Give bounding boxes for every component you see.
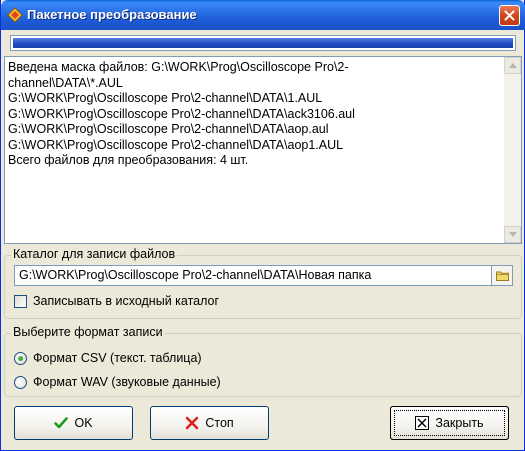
progress-fill <box>13 38 513 48</box>
log-scrollbar[interactable] <box>504 57 521 243</box>
log-line: G:\WORK\Prog\Oscilloscope Pro\2-channel\… <box>8 106 355 121</box>
window-title: Пакетное преобразование <box>27 7 197 22</box>
focus-rectangle <box>394 410 505 436</box>
format-group: Выберите формат записи Формат CSV (текст… <box>4 325 522 397</box>
title-bar[interactable]: Пакетное преобразование <box>1 0 525 30</box>
write-to-source-checkbox[interactable] <box>14 294 27 308</box>
output-folder-group: Каталог для записи файлов G:\WORK\Prog\O… <box>4 247 522 319</box>
format-csv-radio[interactable] <box>14 351 27 365</box>
close-button[interactable]: Закрыть <box>390 406 509 440</box>
format-wav-radio[interactable] <box>14 375 27 389</box>
arrow-up-icon <box>508 62 517 68</box>
log-line: G:\WORK\Prog\Oscilloscope Pro\2-channel\… <box>8 91 323 105</box>
write-to-source-row[interactable]: Записывать в исходный каталог <box>14 294 219 308</box>
format-wav-label[interactable]: Формат WAV (звуковые данные) <box>33 375 221 389</box>
log-line: G:\WORK\Prog\Oscilloscope Pro\2-channel\… <box>8 122 329 136</box>
ok-button-label: OK <box>74 416 93 430</box>
format-csv-label[interactable]: Формат CSV (текст. таблица) <box>33 351 202 365</box>
log-line: G:\WORK\Prog\Oscilloscope Pro\2-channel\… <box>8 137 344 152</box>
arrow-down-icon <box>508 231 517 237</box>
log-line: Всего файлов для преобразования: 4 шт. <box>8 153 249 167</box>
app-diamond-icon <box>7 7 23 23</box>
folder-icon <box>495 271 509 281</box>
browse-folder-button[interactable] <box>492 265 513 286</box>
ok-button[interactable]: OK <box>14 406 133 440</box>
format-wav-option[interactable]: Формат WAV (звуковые данные) <box>14 375 221 389</box>
log-text: Введена маска файлов: G:\WORK\Prog\Oscil… <box>8 60 503 169</box>
log-line: channel\DATA\*.AUL <box>8 75 123 90</box>
log-memo[interactable]: Введена маска файлов: G:\WORK\Prog\Oscil… <box>4 56 522 244</box>
scroll-down-button[interactable] <box>504 226 521 243</box>
stop-button[interactable]: Стоп <box>150 406 269 440</box>
format-group-label: Выберите формат записи <box>11 325 165 339</box>
write-to-source-label[interactable]: Записывать в исходный каталог <box>33 294 219 308</box>
stop-button-label: Стоп <box>205 416 234 430</box>
output-folder-group-label: Каталог для записи файлов <box>11 247 178 261</box>
title-close-button[interactable] <box>499 5 520 26</box>
format-csv-option[interactable]: Формат CSV (текст. таблица) <box>14 351 202 365</box>
log-line: Введена маска файлов: G:\WORK\Prog\Oscil… <box>8 60 349 74</box>
green-check-icon <box>54 417 69 429</box>
scroll-up-button[interactable] <box>504 57 521 74</box>
progress-bar <box>10 35 516 51</box>
output-path-input[interactable]: G:\WORK\Prog\Oscilloscope Pro\2-channel\… <box>14 265 492 286</box>
red-x-icon <box>186 416 199 430</box>
dialog-window: Пакетное преобразование Введена маска фа… <box>0 0 525 451</box>
close-icon <box>504 10 515 21</box>
